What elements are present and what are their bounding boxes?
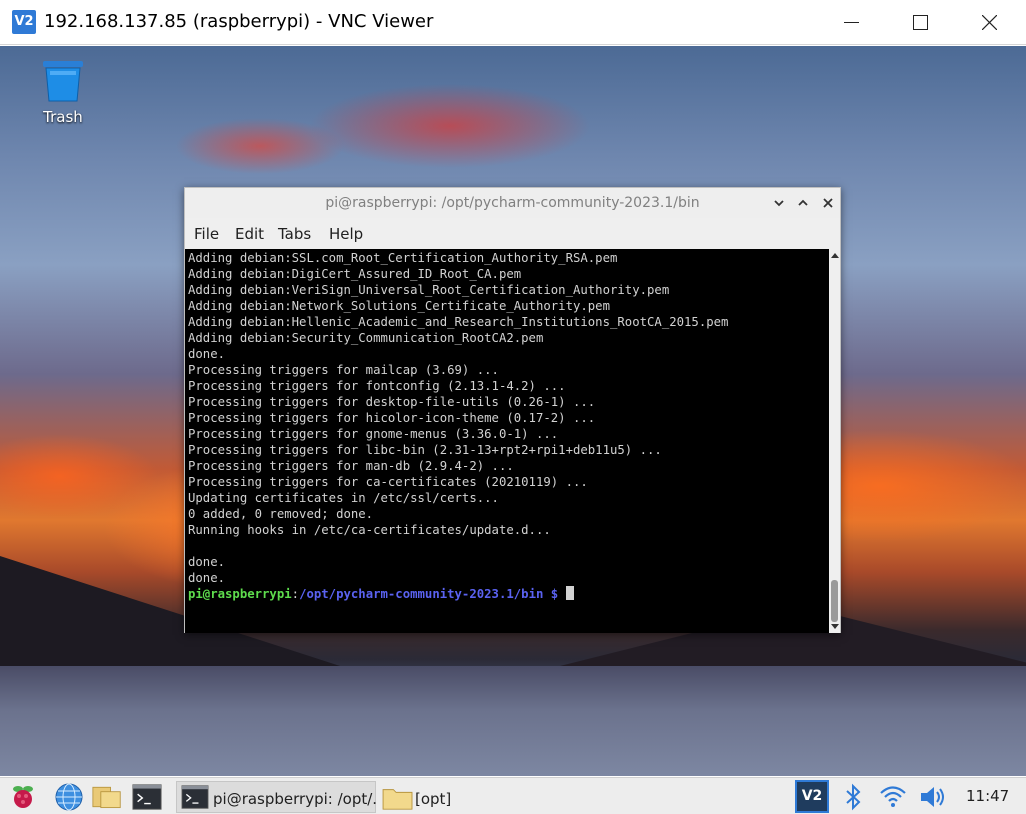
terminal-line: Processing triggers for mailcap (3.69) .… [188,363,499,377]
scroll-up-icon[interactable] [831,253,839,258]
terminal-icon [181,785,209,809]
taskbar: pi@raspberrypi: /opt/... [opt] V2 11:47 [0,777,1026,814]
chevron-down-icon[interactable] [771,195,787,211]
close-icon[interactable] [820,195,836,211]
close-icon [982,15,997,30]
prompt-path: /opt/pycharm-community-2023.1/bin $ [299,587,559,601]
trash-label: Trash [43,108,83,126]
bluetooth-icon[interactable] [838,782,868,812]
web-browser-icon[interactable] [54,782,84,812]
terminal-line: Adding debian:Security_Communication_Roo… [188,331,544,345]
window-title: 192.168.137.85 (raspberrypi) - VNC Viewe… [44,11,434,32]
terminal-line: done. [188,555,226,569]
terminal-menubar: File Edit Tabs Help [185,219,840,249]
terminal-title: pi@raspberrypi: /opt/pycharm-community-2… [325,195,700,211]
vnc-titlebar: V2 192.168.137.85 (raspberrypi) - VNC Vi… [0,0,1026,45]
terminal-line: Processing triggers for ca-certificates … [188,475,588,489]
terminal-line: Adding debian:DigiCert_Assured_ID_Root_C… [188,267,522,281]
clock[interactable]: 11:47 [966,787,1009,805]
prompt-separator: : [291,587,300,601]
terminal-line: Updating certificates in /etc/ssl/certs.… [188,491,499,505]
terminal-line: Processing triggers for hicolor-icon-the… [188,411,596,425]
terminal-titlebar[interactable]: pi@raspberrypi: /opt/pycharm-community-2… [185,188,840,218]
terminal-line: Adding debian:VeriSign_Universal_Root_Ce… [188,283,670,297]
terminal-line: Adding debian:SSL.com_Root_Certification… [188,251,618,265]
folder-icon [382,789,413,810]
menu-file[interactable]: File [194,225,219,243]
text-cursor [565,586,574,600]
taskbar-task-terminal[interactable]: pi@raspberrypi: /opt/... [176,781,387,813]
prompt-user: pi@raspberrypi [188,587,292,601]
taskbar-task-file-manager[interactable]: [opt] [378,781,578,813]
scrollbar-thumb[interactable] [831,580,838,622]
taskbar-task-label: pi@raspberrypi: /opt/... [213,790,387,808]
desktop-background: Trash pi@raspberrypi: /opt/pycharm-commu… [0,46,1026,776]
trash-icon [43,61,83,102]
chevron-up-icon[interactable] [795,195,811,211]
terminal-line: Processing triggers for desktop-file-uti… [188,395,596,409]
terminal-line: Running hooks in /etc/ca-certificates/up… [188,523,551,537]
terminal-line: done. [188,571,226,585]
terminal-prompt-line: pi@raspberrypi:/opt/pycharm-community-20… [188,586,826,602]
file-manager-icon[interactable] [92,782,122,812]
terminal-line: Adding debian:Hellenic_Academic_and_Rese… [188,315,729,329]
scroll-down-icon[interactable] [831,624,839,629]
menu-help[interactable]: Help [329,225,363,243]
maximize-button[interactable] [897,0,943,45]
terminal-line: Processing triggers for fontconfig (2.13… [188,379,566,393]
raspberry-menu-icon[interactable] [8,782,38,812]
vnc-tray-icon[interactable]: V2 [795,780,829,813]
menu-edit[interactable]: Edit [235,225,264,243]
close-button[interactable] [966,0,1012,45]
volume-icon[interactable] [918,782,948,812]
wifi-icon[interactable] [878,782,908,812]
terminal-window[interactable]: pi@raspberrypi: /opt/pycharm-community-2… [184,187,841,633]
lake-water [0,666,1026,776]
terminal-line: Processing triggers for gnome-menus (3.3… [188,427,559,441]
minimize-button[interactable] [828,0,874,45]
terminal-output[interactable]: Adding debian:SSL.com_Root_Certification… [185,249,829,633]
menu-tabs[interactable]: Tabs [278,225,311,243]
terminal-line: done. [188,347,226,361]
terminal-line: Processing triggers for man-db (2.9.4-2)… [188,459,514,473]
taskbar-task-label: [opt] [415,790,452,808]
terminal-line: Adding debian:Network_Solutions_Certific… [188,299,610,313]
terminal-line: 0 added, 0 removed; done. [188,507,374,521]
terminal-launcher-icon[interactable] [132,782,162,812]
terminal-scrollbar[interactable] [829,249,840,633]
vnc-logo-icon: V2 [12,10,36,34]
terminal-line: Processing triggers for libc-bin (2.31-1… [188,443,662,457]
